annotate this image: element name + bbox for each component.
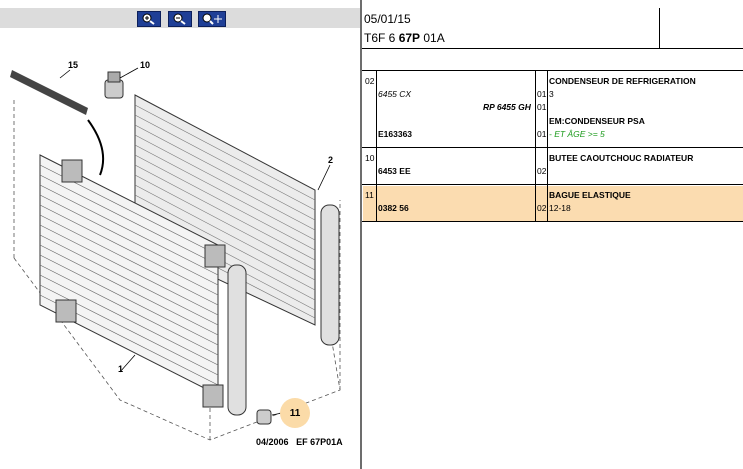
part-line[interactable]: 6453 EE: [378, 166, 411, 176]
row-line-2: [362, 184, 743, 185]
part-title: CONDENSEUR DE REFRIGERATION: [549, 76, 696, 86]
callout-11[interactable]: 11: [280, 398, 310, 428]
label-2: 2: [328, 155, 334, 165]
part-qty: 01: [537, 129, 547, 139]
part-qty: 02: [537, 203, 547, 213]
part-10-bumper: [104, 71, 124, 99]
zoom-toolbar: [0, 0, 360, 28]
row-num: 02: [365, 76, 375, 86]
diagram-panel: 15 10 2 1 11 04/2006 EF 67P01A: [0, 0, 360, 469]
col-line-1: [376, 70, 377, 221]
part-title: BAGUE ELASTIQUE: [549, 190, 631, 200]
part-title: EM:CONDENSEUR PSA: [549, 116, 645, 126]
header-line: [362, 48, 743, 49]
part-11-ring: [256, 409, 272, 425]
part-line[interactable]: E163363: [378, 129, 412, 139]
label-1: 1: [118, 364, 124, 374]
row-num: 10: [365, 153, 375, 163]
footer-code: EF 67P01A: [296, 437, 343, 447]
part-title: 3: [549, 89, 554, 99]
ref-bold: 67P: [398, 31, 421, 45]
col-line-3: [547, 70, 548, 221]
zoom-in-icon[interactable]: [137, 11, 161, 27]
part-15-strip: [10, 70, 104, 176]
header-vline: [659, 8, 660, 48]
ref-suffix: 01A: [420, 31, 445, 45]
part-line[interactable]: 0382 56: [378, 203, 409, 213]
part-qty: 01: [537, 102, 547, 112]
part-qty: 01: [537, 89, 547, 99]
row-line-3: [362, 221, 743, 222]
zoom-out-icon[interactable]: [168, 11, 192, 27]
table-top-line: [362, 70, 743, 71]
label-10: 10: [140, 60, 151, 70]
part-line: 6455 CX: [378, 89, 412, 99]
row-num: 11: [365, 190, 374, 200]
part-qty: 02: [537, 166, 547, 176]
footer-date: 04/2006: [256, 437, 289, 447]
catalog-date: 05/01/15: [364, 12, 411, 26]
label-15: 15: [68, 60, 79, 70]
part-title: 12-18: [549, 203, 571, 213]
catalog-reference: T6F 6 67P 01A: [364, 31, 445, 45]
row-line-1: [362, 147, 743, 148]
col-line-2: [535, 70, 536, 221]
part-title: BUTEE CAOUTCHOUC RADIATEUR: [549, 153, 694, 163]
part-note: - ET ÂGE >= 5: [549, 129, 605, 139]
ref-prefix: T6F 6: [364, 31, 399, 45]
diagram-footer: 04/2006 EF 67P01A: [256, 437, 343, 447]
zoom-fit-icon[interactable]: [198, 11, 226, 27]
part-code[interactable]: RP 6455 GH: [483, 102, 531, 112]
